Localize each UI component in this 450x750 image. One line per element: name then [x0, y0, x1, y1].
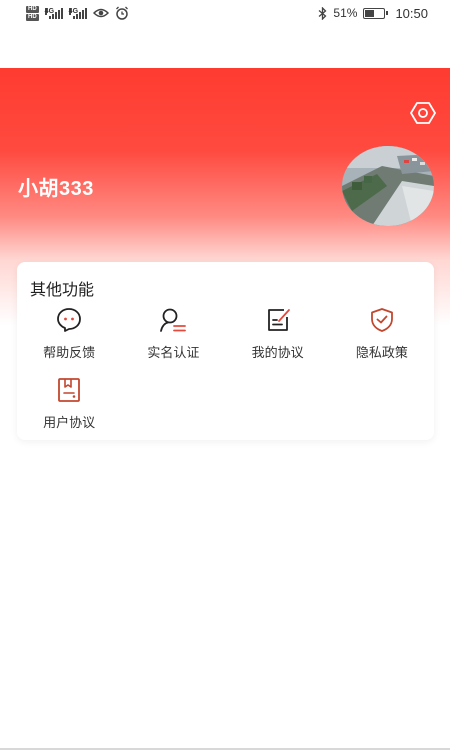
chat-bubble-icon [55, 306, 83, 334]
net1-label: 4G [44, 7, 55, 15]
real-name-verify-label: 实名认证 [147, 345, 200, 360]
user-agreement-label: 用户协议 [43, 415, 96, 430]
my-agreement-label: 我的协议 [251, 345, 304, 360]
user-agreement-button[interactable]: 用户协议 [17, 376, 121, 434]
real-name-verify-button[interactable]: 实名认证 [121, 306, 225, 364]
sim-indicators: HD HD [26, 5, 39, 21]
my-agreement-button[interactable]: 我的协议 [226, 306, 330, 364]
bluetooth-icon [319, 6, 327, 20]
shield-check-icon [368, 306, 396, 334]
status-bar: HD HD 4G 4G 51% 10:50 [0, 0, 450, 26]
edit-document-icon [264, 306, 292, 334]
functions-grid: 帮助反馈 实名认证 我的协议 隐私政策 用户协议 [17, 306, 434, 434]
clock-time: 10:50 [395, 5, 428, 21]
signal-icon: 4G [44, 7, 63, 19]
privacy-policy-label: 隐私政策 [355, 345, 408, 360]
sim1-tag: HD [26, 5, 39, 13]
help-feedback-label: 帮助反馈 [43, 345, 96, 360]
status-right: 51% 10:50 [318, 6, 428, 21]
document-bookmark-icon [55, 376, 83, 404]
eye-icon [92, 8, 109, 18]
battery-percent: 51% [333, 6, 358, 20]
settings-button[interactable] [410, 100, 436, 126]
card-title: 其他功能 [30, 282, 95, 299]
username[interactable]: 小胡333 [18, 172, 94, 201]
status-left: HD HD 4G 4G [26, 5, 129, 21]
sim2-tag: HD [26, 13, 39, 21]
signal-icon-2: 4G [68, 7, 87, 19]
settings-hexagon-icon [410, 102, 436, 124]
privacy-policy-button[interactable]: 隐私政策 [330, 306, 434, 364]
battery-fill [365, 9, 375, 17]
avatar-photo [342, 146, 434, 226]
avatar[interactable] [342, 146, 434, 226]
alarm-icon [115, 6, 128, 20]
battery-icon [363, 7, 389, 19]
user-verify-icon [159, 306, 187, 334]
net2-label: 4G [68, 7, 79, 15]
help-feedback-button[interactable]: 帮助反馈 [17, 306, 121, 364]
other-functions-card: 其他功能 帮助反馈 实名认证 我的协议 隐私政策 用户协议 [17, 262, 434, 440]
